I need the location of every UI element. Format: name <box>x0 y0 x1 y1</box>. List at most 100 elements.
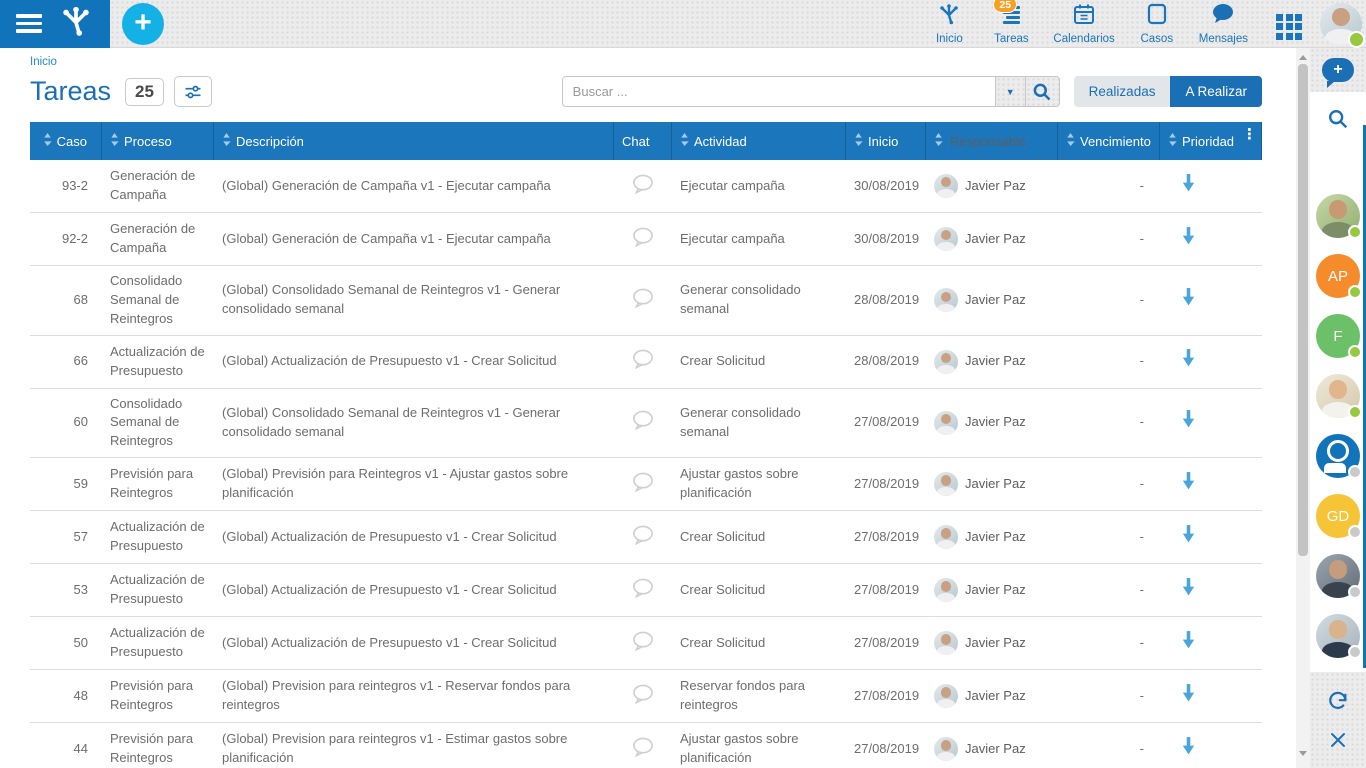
task-count-badge: 25 <box>125 78 164 106</box>
task-description: (Global) Generación de Campaña v1 - Ejec… <box>214 160 614 212</box>
case-number: 57 <box>30 511 102 563</box>
table-row[interactable]: 66 Actualización de Presupuesto (Global)… <box>30 336 1262 389</box>
priority-button[interactable] <box>1160 336 1262 388</box>
contact-item[interactable] <box>1316 194 1360 238</box>
search-options-caret[interactable]: ▼ <box>995 77 1025 106</box>
priority-button[interactable] <box>1160 458 1262 510</box>
header-actividad[interactable]: Actividad <box>672 122 846 160</box>
priority-button[interactable] <box>1160 564 1262 616</box>
apps-grid-icon[interactable] <box>1276 14 1302 40</box>
case-number: 50 <box>30 617 102 669</box>
chat-button[interactable] <box>614 213 672 265</box>
nav-calendarios[interactable]: Calendarios <box>1053 2 1114 45</box>
contact-item[interactable]: AP <box>1316 254 1360 298</box>
nav-casos[interactable]: Casos <box>1137 2 1177 45</box>
table-row[interactable]: 50 Actualización de Presupuesto (Global)… <box>30 617 1262 670</box>
chat-button[interactable] <box>614 458 672 510</box>
table-row[interactable]: 60 Consolidado Semanal de Reintegros (Gl… <box>30 389 1262 459</box>
table-row[interactable]: 53 Actualización de Presupuesto (Global)… <box>30 564 1262 617</box>
priority-low-arrow-icon <box>1180 348 1197 375</box>
header-vencimiento[interactable]: Vencimiento <box>1058 122 1160 160</box>
priority-button[interactable] <box>1160 160 1262 212</box>
close-sidebar-icon[interactable] <box>1329 731 1347 749</box>
scrollbar-thumb[interactable] <box>1298 64 1308 556</box>
process-name: Actualización de Presupuesto <box>102 336 214 388</box>
user-avatar[interactable] <box>1320 3 1362 45</box>
nav-mensajes[interactable]: Mensajes <box>1199 2 1248 45</box>
header-inicio[interactable]: Inicio <box>846 122 926 160</box>
responsible-avatar <box>934 288 958 312</box>
responsible-avatar <box>934 174 958 198</box>
table-row[interactable]: 68 Consolidado Semanal de Reintegros (Gl… <box>30 266 1262 336</box>
priority-low-arrow-icon <box>1180 524 1197 551</box>
contact-item[interactable]: F <box>1316 314 1360 358</box>
scroll-up-arrow-icon[interactable] <box>1296 50 1310 64</box>
activity-name: Reservar fondos para reintegros <box>672 670 846 722</box>
contact-item[interactable] <box>1316 614 1360 658</box>
header-responsable[interactable]: Responsable <box>926 122 1058 160</box>
main-scrollbar[interactable] <box>1296 48 1310 768</box>
sort-icon <box>934 133 943 149</box>
start-date: 30/08/2019 <box>846 160 926 212</box>
search-button[interactable] <box>1025 77 1059 106</box>
new-chat-button[interactable]: + <box>1322 58 1354 82</box>
priority-button[interactable] <box>1160 670 1262 722</box>
table-row[interactable]: 44 Previsión para Reintegros (Global) Pr… <box>30 723 1262 768</box>
scroll-down-arrow-icon[interactable] <box>1296 746 1310 760</box>
priority-low-arrow-icon <box>1180 683 1197 710</box>
table-row[interactable]: 93-2 Generación de Campaña (Global) Gene… <box>30 160 1262 213</box>
start-date: 28/08/2019 <box>846 336 926 388</box>
chat-outline-icon <box>631 173 655 200</box>
priority-button[interactable] <box>1160 213 1262 265</box>
chat-sidebar: + AP F GD <box>1310 48 1366 768</box>
chat-button[interactable] <box>614 336 672 388</box>
priority-button[interactable] <box>1160 389 1262 458</box>
column-options-icon[interactable]: ⋮ <box>1242 131 1257 138</box>
chat-button[interactable] <box>614 160 672 212</box>
priority-button[interactable] <box>1160 266 1262 335</box>
contact-item[interactable] <box>1316 434 1360 478</box>
header-proceso[interactable]: Proceso <box>102 122 214 160</box>
chat-button[interactable] <box>614 389 672 458</box>
priority-button[interactable] <box>1160 511 1262 563</box>
process-name: Actualización de Presupuesto <box>102 511 214 563</box>
contact-item[interactable]: GD <box>1316 494 1360 538</box>
nav-tareas[interactable]: 25 Tareas <box>991 2 1031 45</box>
priority-button[interactable] <box>1160 617 1262 669</box>
start-date: 27/08/2019 <box>846 617 926 669</box>
chat-outline-icon <box>631 683 655 710</box>
header-caso[interactable]: Caso <box>30 122 102 160</box>
filter-button[interactable] <box>174 76 212 107</box>
activity-name: Crear Solicitud <box>672 336 846 388</box>
chat-button[interactable] <box>614 511 672 563</box>
chat-button[interactable] <box>614 723 672 768</box>
contact-item[interactable] <box>1316 554 1360 598</box>
due-date: - <box>1058 213 1160 265</box>
contact-search-icon[interactable] <box>1310 108 1366 130</box>
responsible-avatar <box>934 684 958 708</box>
case-number: 48 <box>30 670 102 722</box>
a-realizar-button[interactable]: A Realizar <box>1170 76 1262 107</box>
frog-logo-icon[interactable] <box>58 4 94 43</box>
task-description: (Global) Actualización de Presupuesto v1… <box>214 617 614 669</box>
tasks-table: Caso Proceso Descripción Chat Actividad … <box>30 122 1262 768</box>
chat-button[interactable] <box>614 266 672 335</box>
breadcrumb[interactable]: Inicio <box>30 56 1262 68</box>
table-row[interactable]: 59 Previsión para Reintegros (Global) Pr… <box>30 458 1262 511</box>
table-row[interactable]: 92-2 Generación de Campaña (Global) Gene… <box>30 213 1262 266</box>
add-case-button[interactable]: + <box>122 3 164 45</box>
chat-button[interactable] <box>614 564 672 616</box>
search-input[interactable] <box>563 77 995 106</box>
table-row[interactable]: 48 Previsión para Reintegros (Global) Pr… <box>30 670 1262 723</box>
responsible-name: Javier Paz <box>965 740 1026 759</box>
hamburger-menu-icon[interactable] <box>16 14 42 33</box>
header-descripcion[interactable]: Descripción <box>214 122 614 160</box>
table-row[interactable]: 57 Actualización de Presupuesto (Global)… <box>30 511 1262 564</box>
realizadas-button[interactable]: Realizadas <box>1074 76 1171 107</box>
priority-button[interactable] <box>1160 723 1262 768</box>
nav-inicio[interactable]: Inicio <box>929 2 969 45</box>
refresh-icon[interactable] <box>1327 691 1349 713</box>
chat-button[interactable] <box>614 670 672 722</box>
contact-item[interactable] <box>1316 374 1360 418</box>
chat-button[interactable] <box>614 617 672 669</box>
